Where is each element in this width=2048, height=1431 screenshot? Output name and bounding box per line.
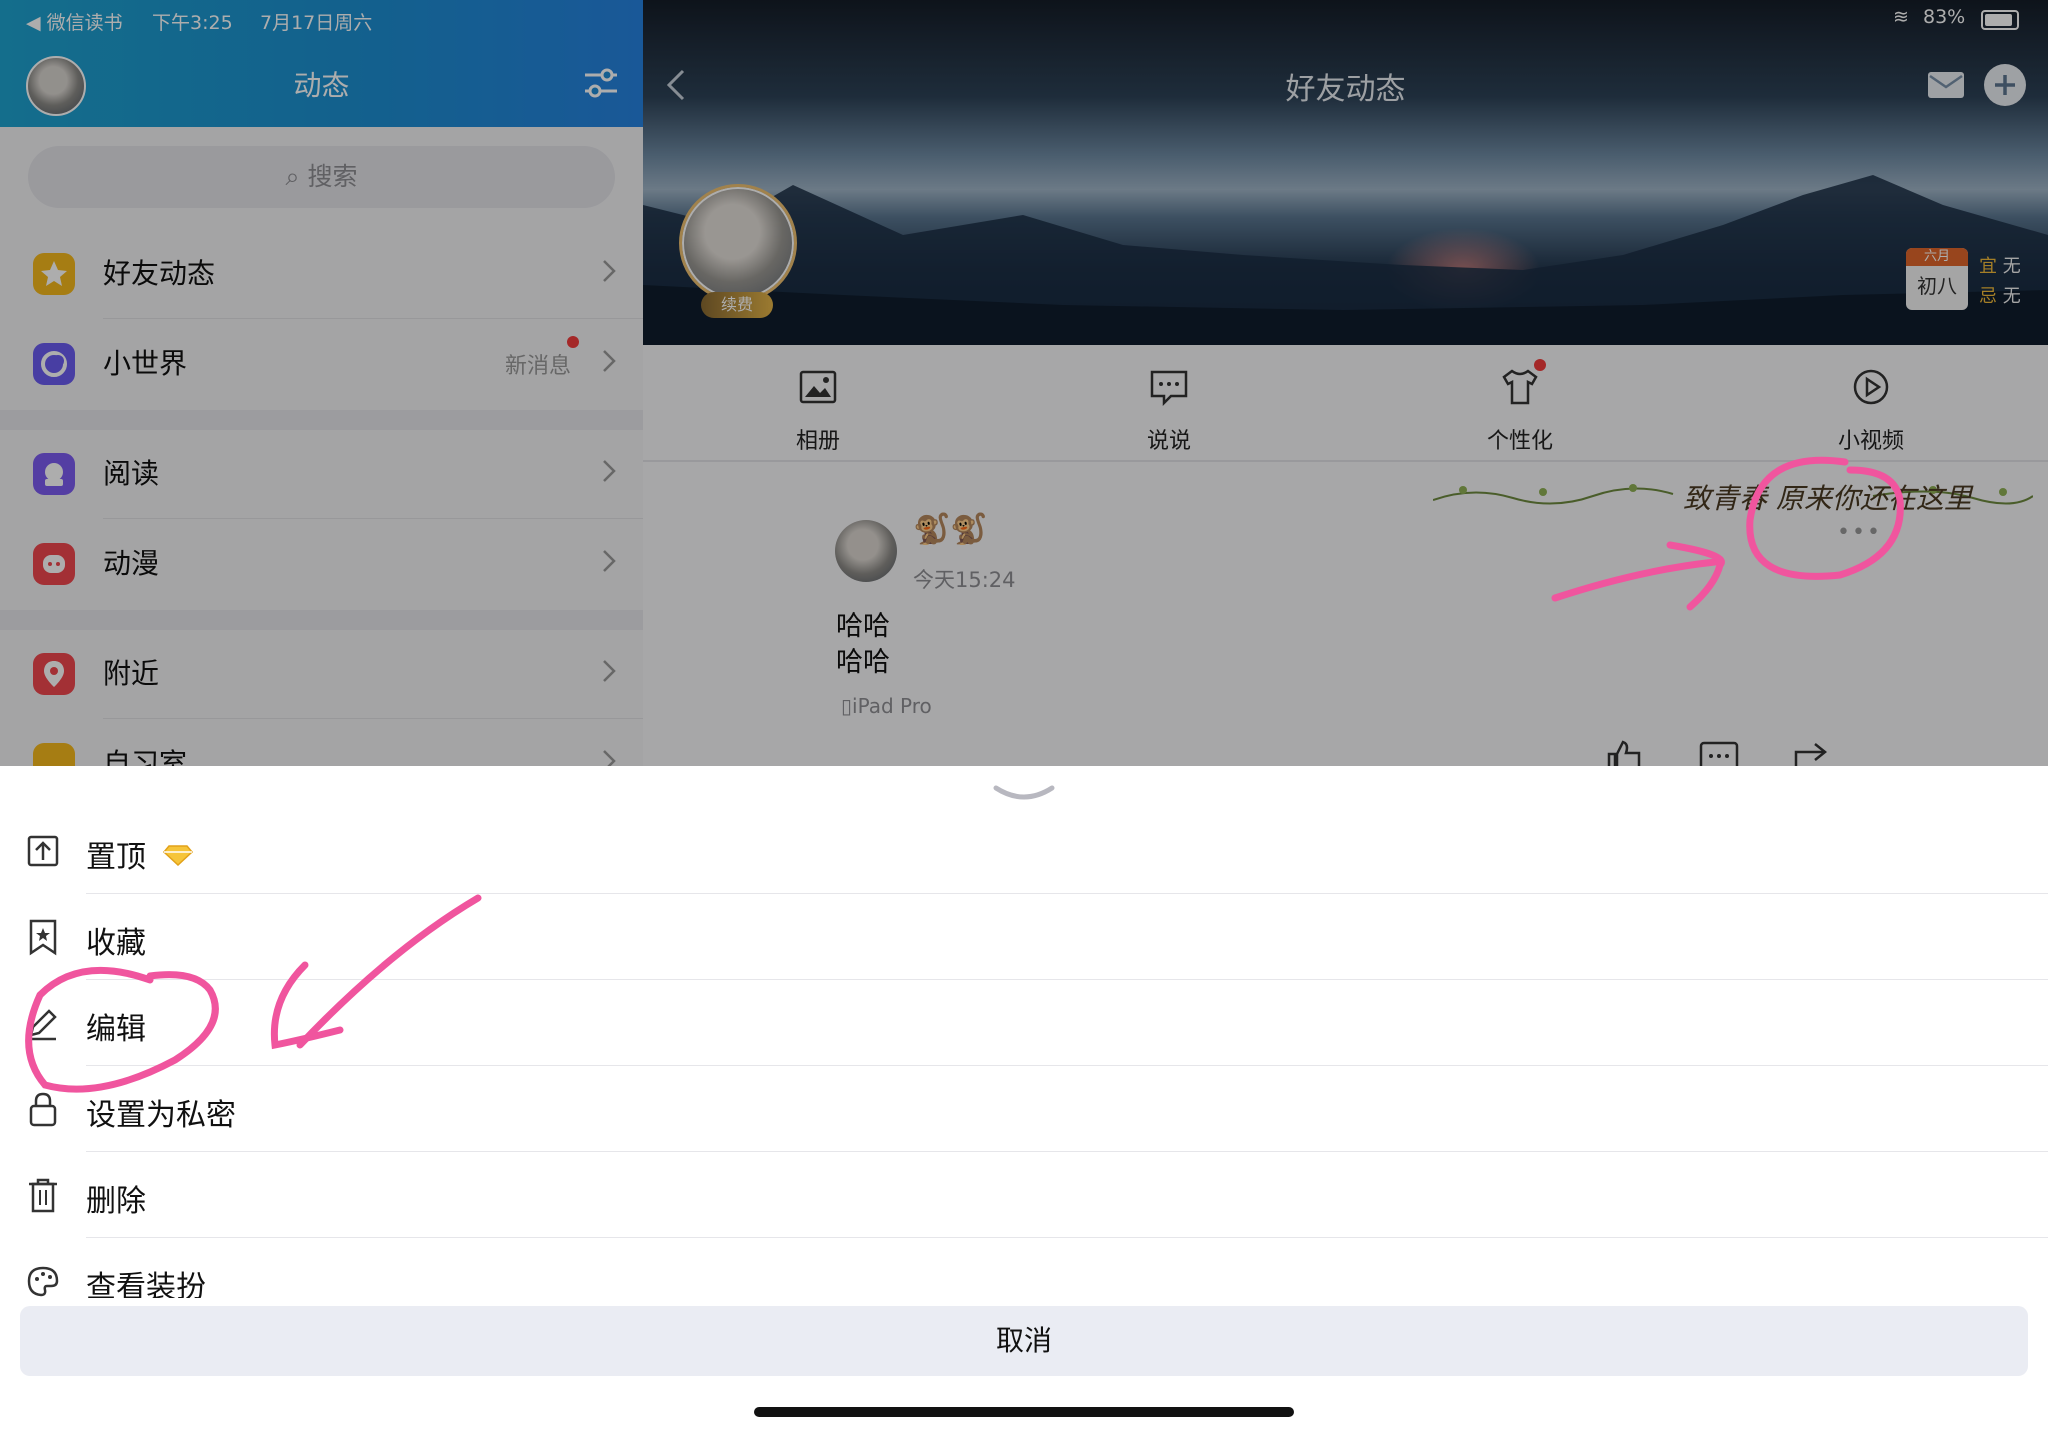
- section-separator: [0, 610, 643, 630]
- cancel-button[interactable]: 取消: [20, 1306, 2028, 1376]
- location-icon: [33, 653, 75, 695]
- battery-icon: [1981, 10, 2019, 30]
- tshirt-icon: [1502, 369, 1538, 405]
- bookmark-star-icon: [29, 919, 57, 956]
- status-date: 7月17日周六: [260, 12, 373, 34]
- tab-personalize[interactable]: 个性化: [1450, 359, 1590, 455]
- feature-tabs: 相册 说说 个性化 小视频: [643, 345, 2048, 462]
- post-text-line: 哈哈: [836, 647, 890, 678]
- option-view-outfit[interactable]: 查看装扮: [0, 1238, 2048, 1298]
- svg-text:致青春 原来你还在这里: 致青春 原来你还在这里: [1683, 482, 1974, 515]
- star-icon: [33, 253, 75, 295]
- add-icon[interactable]: [1984, 64, 2026, 106]
- sidebar: ◀ 微信读书 下午3:25 7月17日周六 动态 ⌕ 搜索 好友动态 小世界 新…: [0, 0, 643, 766]
- message-icon: [1150, 370, 1188, 407]
- vip-diamond-icon: [163, 845, 193, 866]
- sidebar-item-study-room[interactable]: 自习室: [0, 720, 643, 766]
- status-battery: 83%: [1923, 6, 1966, 28]
- new-message-badge: 新消息: [504, 354, 571, 379]
- divider: [103, 718, 643, 719]
- sidebar-item-small-world[interactable]: 小世界 新消息: [0, 320, 643, 408]
- reading-icon: [33, 453, 75, 495]
- post-timestamp: 今天15:24: [913, 568, 1016, 592]
- video-icon: [1853, 369, 1889, 405]
- almanac-good: 宜 无: [1979, 256, 2021, 277]
- search-icon: ⌕: [285, 162, 308, 191]
- page-title: 好友动态: [1285, 72, 1406, 107]
- option-edit[interactable]: 编辑: [0, 980, 2048, 1066]
- search-input[interactable]: ⌕ 搜索: [28, 146, 615, 208]
- tab-short-video[interactable]: 小视频: [1801, 365, 1941, 455]
- study-room-icon: [33, 743, 75, 766]
- status-time: 下午3:25: [152, 12, 233, 34]
- like-icon[interactable]: [1603, 740, 1645, 766]
- post-avatar[interactable]: [835, 520, 897, 582]
- section-separator: [0, 410, 643, 430]
- option-set-private[interactable]: 设置为私密: [0, 1066, 2048, 1152]
- sidebar-header: ◀ 微信读书 下午3:25 7月17日周六 动态: [0, 0, 643, 127]
- tab-moments[interactable]: 说说: [1099, 365, 1239, 455]
- status-wifi-icon: ≋: [1893, 6, 1909, 28]
- filter-settings-icon[interactable]: [583, 66, 619, 100]
- lock-icon: [29, 1092, 57, 1127]
- pin-top-icon: [27, 835, 59, 867]
- sidebar-item-reading[interactable]: 阅读: [0, 430, 643, 518]
- palette-icon: [27, 1266, 59, 1297]
- more-options-icon[interactable]: •••: [1837, 520, 1882, 545]
- battery-fill: [1985, 14, 2012, 26]
- chevron-right-icon: [603, 660, 616, 682]
- vine-decoration: 致青春 原来你还在这里: [1433, 482, 2033, 515]
- almanac-card[interactable]: 六月 初八: [1906, 248, 1968, 310]
- comment-icon[interactable]: [1698, 740, 1740, 766]
- status-back-app[interactable]: ◀ 微信读书: [26, 8, 123, 35]
- home-indicator: [754, 1407, 1294, 1417]
- edit-icon: [29, 1009, 57, 1041]
- renew-badge[interactable]: 续费: [701, 292, 773, 318]
- almanac-bad: 忌 无: [1979, 286, 2021, 307]
- option-delete[interactable]: 删除: [0, 1152, 2048, 1238]
- notification-dot: [567, 336, 579, 348]
- notification-dot: [1534, 359, 1546, 371]
- mail-icon[interactable]: [1926, 64, 1966, 102]
- profile-avatar[interactable]: [679, 184, 797, 302]
- chevron-right-icon: [603, 750, 616, 766]
- divider: [103, 518, 643, 519]
- trash-icon: [29, 1178, 57, 1213]
- post-text-line: 哈哈: [836, 611, 890, 642]
- chevron-right-icon: [603, 260, 616, 282]
- chevron-down-icon[interactable]: [992, 784, 1056, 804]
- sidebar-title: 动态: [293, 69, 350, 102]
- sidebar-item-anime[interactable]: 动漫: [0, 520, 643, 608]
- chevron-right-icon: [603, 460, 616, 482]
- chevron-right-icon: [603, 350, 616, 372]
- planet-icon: [33, 343, 75, 385]
- mountain-silhouette: [643, 175, 2048, 345]
- sidebar-item-friends-feed[interactable]: 好友动态: [0, 230, 643, 318]
- cover-banner: 好友动态 ≋ 83% 续费 六月 初八 宜 无 忌 无: [643, 0, 2048, 345]
- divider: [103, 318, 643, 319]
- anime-icon: [33, 543, 75, 585]
- main-content: 好友动态 ≋ 83% 续费 六月 初八 宜 无 忌 无 相册 说说 个性化 小视…: [643, 0, 2048, 766]
- sidebar-item-nearby[interactable]: 附近: [0, 630, 643, 718]
- back-arrow-icon[interactable]: [665, 68, 687, 102]
- tab-album[interactable]: 相册: [748, 365, 888, 455]
- option-pin-top[interactable]: 置顶: [0, 808, 2048, 894]
- action-sheet: 置顶 收藏 编辑 设置为私密 删除 查看装扮 取消: [0, 766, 2048, 1431]
- post-device: ▯iPad Pro: [841, 694, 932, 718]
- share-icon[interactable]: [1793, 740, 1835, 766]
- chevron-right-icon: [603, 550, 616, 572]
- option-favorite[interactable]: 收藏: [0, 894, 2048, 980]
- monkey-emoji: 🐒🐒: [913, 512, 988, 547]
- tablet-icon: ▯: [841, 694, 853, 718]
- album-icon: [799, 370, 837, 404]
